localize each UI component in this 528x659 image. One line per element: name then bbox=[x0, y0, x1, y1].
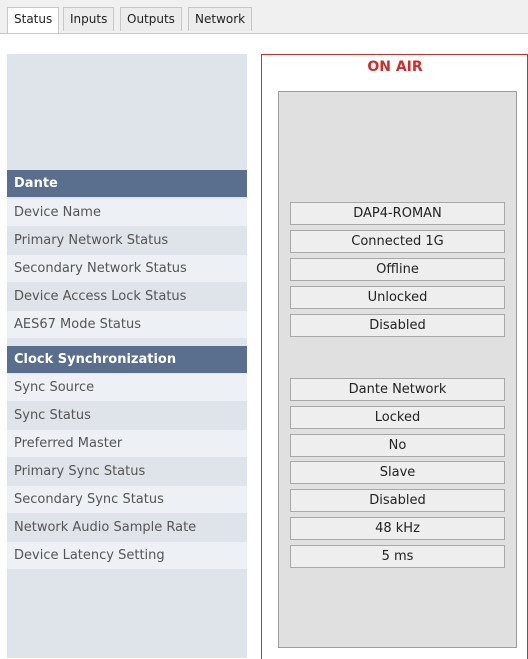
section-header-clock-sync: Clock Synchronization bbox=[7, 346, 247, 373]
value-primary-network-status: Connected 1G bbox=[290, 230, 505, 253]
label-secondary-network-status: Secondary Network Status bbox=[7, 255, 247, 282]
on-air-indicator: ON AIR bbox=[367, 59, 423, 75]
value-network-audio-sample-rate: 48 kHz bbox=[290, 517, 505, 540]
value-primary-sync-status: Slave bbox=[290, 461, 505, 484]
tab-divider bbox=[0, 33, 528, 34]
tab-network[interactable]: Network bbox=[188, 7, 253, 31]
value-secondary-network-status: Offline bbox=[290, 258, 505, 281]
value-device-latency-setting: 5 ms bbox=[290, 545, 505, 568]
label-sync-source: Sync Source bbox=[7, 374, 247, 401]
value-preferred-master: No bbox=[290, 434, 505, 457]
label-network-audio-sample-rate: Network Audio Sample Rate bbox=[7, 514, 247, 541]
tab-status[interactable]: Status bbox=[7, 7, 60, 34]
value-secondary-sync-status: Disabled bbox=[290, 489, 505, 512]
label-sync-status: Sync Status bbox=[7, 402, 247, 429]
label-primary-network-status: Primary Network Status bbox=[7, 227, 247, 254]
value-aes67-mode-status: Disabled bbox=[290, 314, 505, 337]
label-device-access-lock-status: Device Access Lock Status bbox=[7, 283, 247, 310]
label-secondary-sync-status: Secondary Sync Status bbox=[7, 486, 247, 513]
label-preferred-master: Preferred Master bbox=[7, 430, 247, 457]
value-device-access-lock-status: Unlocked bbox=[290, 286, 505, 309]
label-device-name: Device Name bbox=[7, 199, 247, 226]
value-device-name: DAP4-ROMAN bbox=[290, 202, 505, 225]
value-sync-status: Locked bbox=[290, 406, 505, 429]
section-header-dante: Dante bbox=[7, 170, 247, 197]
label-device-latency-setting: Device Latency Setting bbox=[7, 542, 247, 569]
tab-outputs[interactable]: Outputs bbox=[120, 7, 182, 31]
label-aes67-mode-status: AES67 Mode Status bbox=[7, 311, 247, 338]
value-sync-source: Dante Network bbox=[290, 378, 505, 401]
label-primary-sync-status: Primary Sync Status bbox=[7, 458, 247, 485]
tab-inputs[interactable]: Inputs bbox=[63, 7, 115, 31]
